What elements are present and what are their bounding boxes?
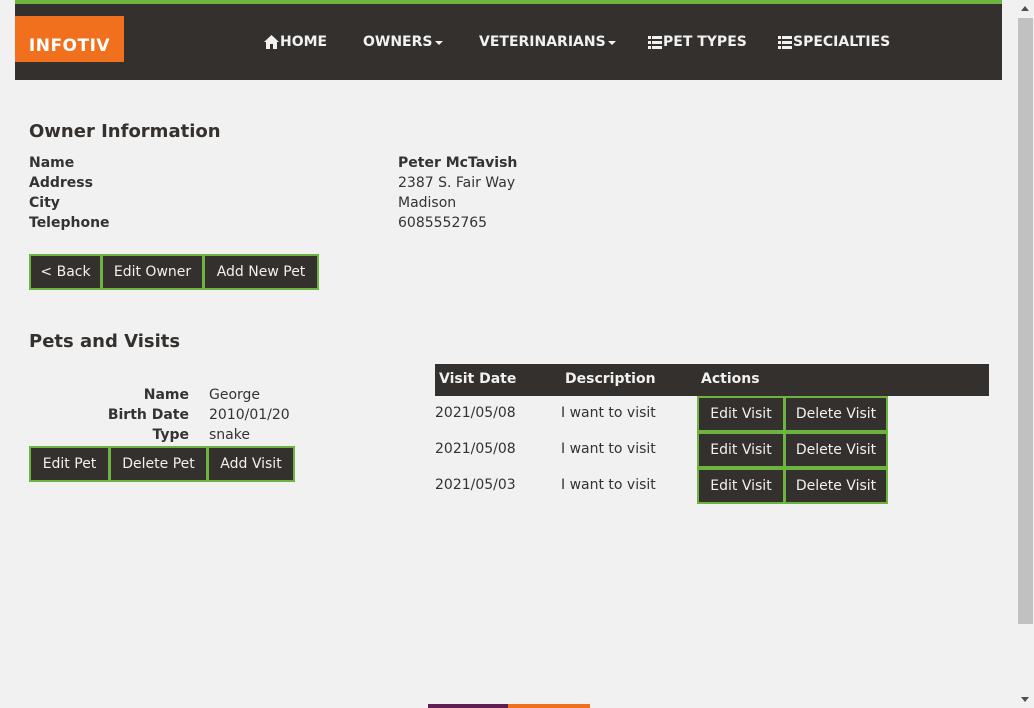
vertical-scrollbar[interactable] (1017, 0, 1034, 708)
footer-orange-bar (508, 704, 590, 708)
nav-specialties-label: SPECIALTIES (793, 34, 891, 50)
pet-name-label: Name (143, 387, 189, 403)
owner-heading: Owner Information (29, 121, 221, 142)
visit-date-cell: 2021/05/08 (435, 441, 516, 457)
pet-type-label: Type (152, 427, 189, 443)
nav-owners-label: OWNERS (363, 34, 433, 50)
owner-address-row: Address 2387 S. Fair Way (29, 173, 629, 193)
owner-name-row: Name Peter McTavish (29, 153, 629, 173)
add-visit-button[interactable]: Add Visit (207, 446, 295, 482)
visit-description-cell: I want to visit (561, 441, 656, 457)
footer-purple-bar (428, 704, 508, 708)
delete-pet-button[interactable]: Delete Pet (109, 446, 208, 482)
page: INFOTIV HOME OWNERS VETERINARIANS PET TY… (0, 0, 1034, 708)
visit-description-cell: I want to visit (561, 477, 656, 493)
nav-veterinarians[interactable]: VETERINARIANS (479, 34, 616, 50)
edit-visit-button[interactable]: Edit Visit (697, 468, 785, 504)
nav-home-label: HOME (280, 34, 328, 50)
visit-description-cell: I want to visit (561, 405, 656, 421)
pet-birth-value: 2010/01/20 (209, 407, 290, 423)
list-icon (648, 35, 662, 49)
owner-name-value: Peter McTavish (398, 155, 518, 171)
visit-date-cell: 2021/05/03 (435, 477, 516, 493)
pet-birth-row: Birth Date (29, 405, 189, 425)
add-new-pet-button[interactable]: Add New Pet (203, 254, 319, 290)
pet-name-value: George (209, 387, 261, 403)
edit-visit-button[interactable]: Edit Visit (697, 432, 785, 468)
owner-address-value: 2387 S. Fair Way (398, 175, 516, 191)
owner-city-value: Madison (398, 195, 457, 211)
pets-heading: Pets and Visits (29, 331, 181, 352)
caret-down-icon (434, 40, 443, 45)
scroll-down-icon[interactable] (1021, 697, 1029, 702)
delete-visit-button[interactable]: Delete Visit (784, 432, 888, 468)
caret-down-icon (607, 40, 616, 45)
edit-owner-button[interactable]: Edit Owner (101, 254, 204, 290)
pet-type-value: snake (209, 427, 250, 443)
owner-address-label: Address (29, 175, 93, 191)
nav-veterinarians-label: VETERINARIANS (479, 34, 606, 50)
nav-specialties[interactable]: SPECIALTIES (778, 34, 890, 50)
brand-logo[interactable]: INFOTIV (15, 16, 124, 62)
pet-birth-label: Birth Date (107, 407, 189, 423)
owner-name-label: Name (29, 155, 75, 171)
edit-visit-button[interactable]: Edit Visit (697, 396, 785, 432)
header-actions: Actions (701, 371, 760, 387)
pet-type-row: Type (29, 425, 189, 445)
home-icon (264, 35, 279, 49)
list-icon (778, 35, 792, 49)
scroll-up-icon[interactable] (1021, 6, 1029, 11)
back-button[interactable]: < Back (29, 254, 102, 290)
delete-visit-button[interactable]: Delete Visit (784, 468, 888, 504)
owner-telephone-row: Telephone 6085552765 (29, 213, 629, 233)
nav-pet-types-label: PET TYPES (663, 34, 747, 50)
nav-pet-types[interactable]: PET TYPES (648, 34, 747, 50)
scrollbar-thumb[interactable] (1018, 18, 1033, 624)
header-visit-date: Visit Date (439, 371, 517, 387)
delete-visit-button[interactable]: Delete Visit (784, 396, 888, 432)
owner-telephone-label: Telephone (29, 215, 110, 231)
visit-date-cell: 2021/05/08 (435, 405, 516, 421)
nav-owners[interactable]: OWNERS (363, 34, 443, 50)
navbar: INFOTIV HOME OWNERS VETERINARIANS PET TY… (15, 0, 1002, 80)
visits-table-header: Visit Date Description Actions (435, 364, 989, 396)
pet-name-row: Name (29, 385, 189, 405)
owner-city-row: City Madison (29, 193, 629, 213)
owner-telephone-value: 6085552765 (398, 215, 488, 231)
edit-pet-button[interactable]: Edit Pet (29, 446, 110, 482)
header-description: Description (565, 371, 656, 387)
owner-city-label: City (29, 195, 60, 211)
nav-home[interactable]: HOME (264, 34, 327, 50)
